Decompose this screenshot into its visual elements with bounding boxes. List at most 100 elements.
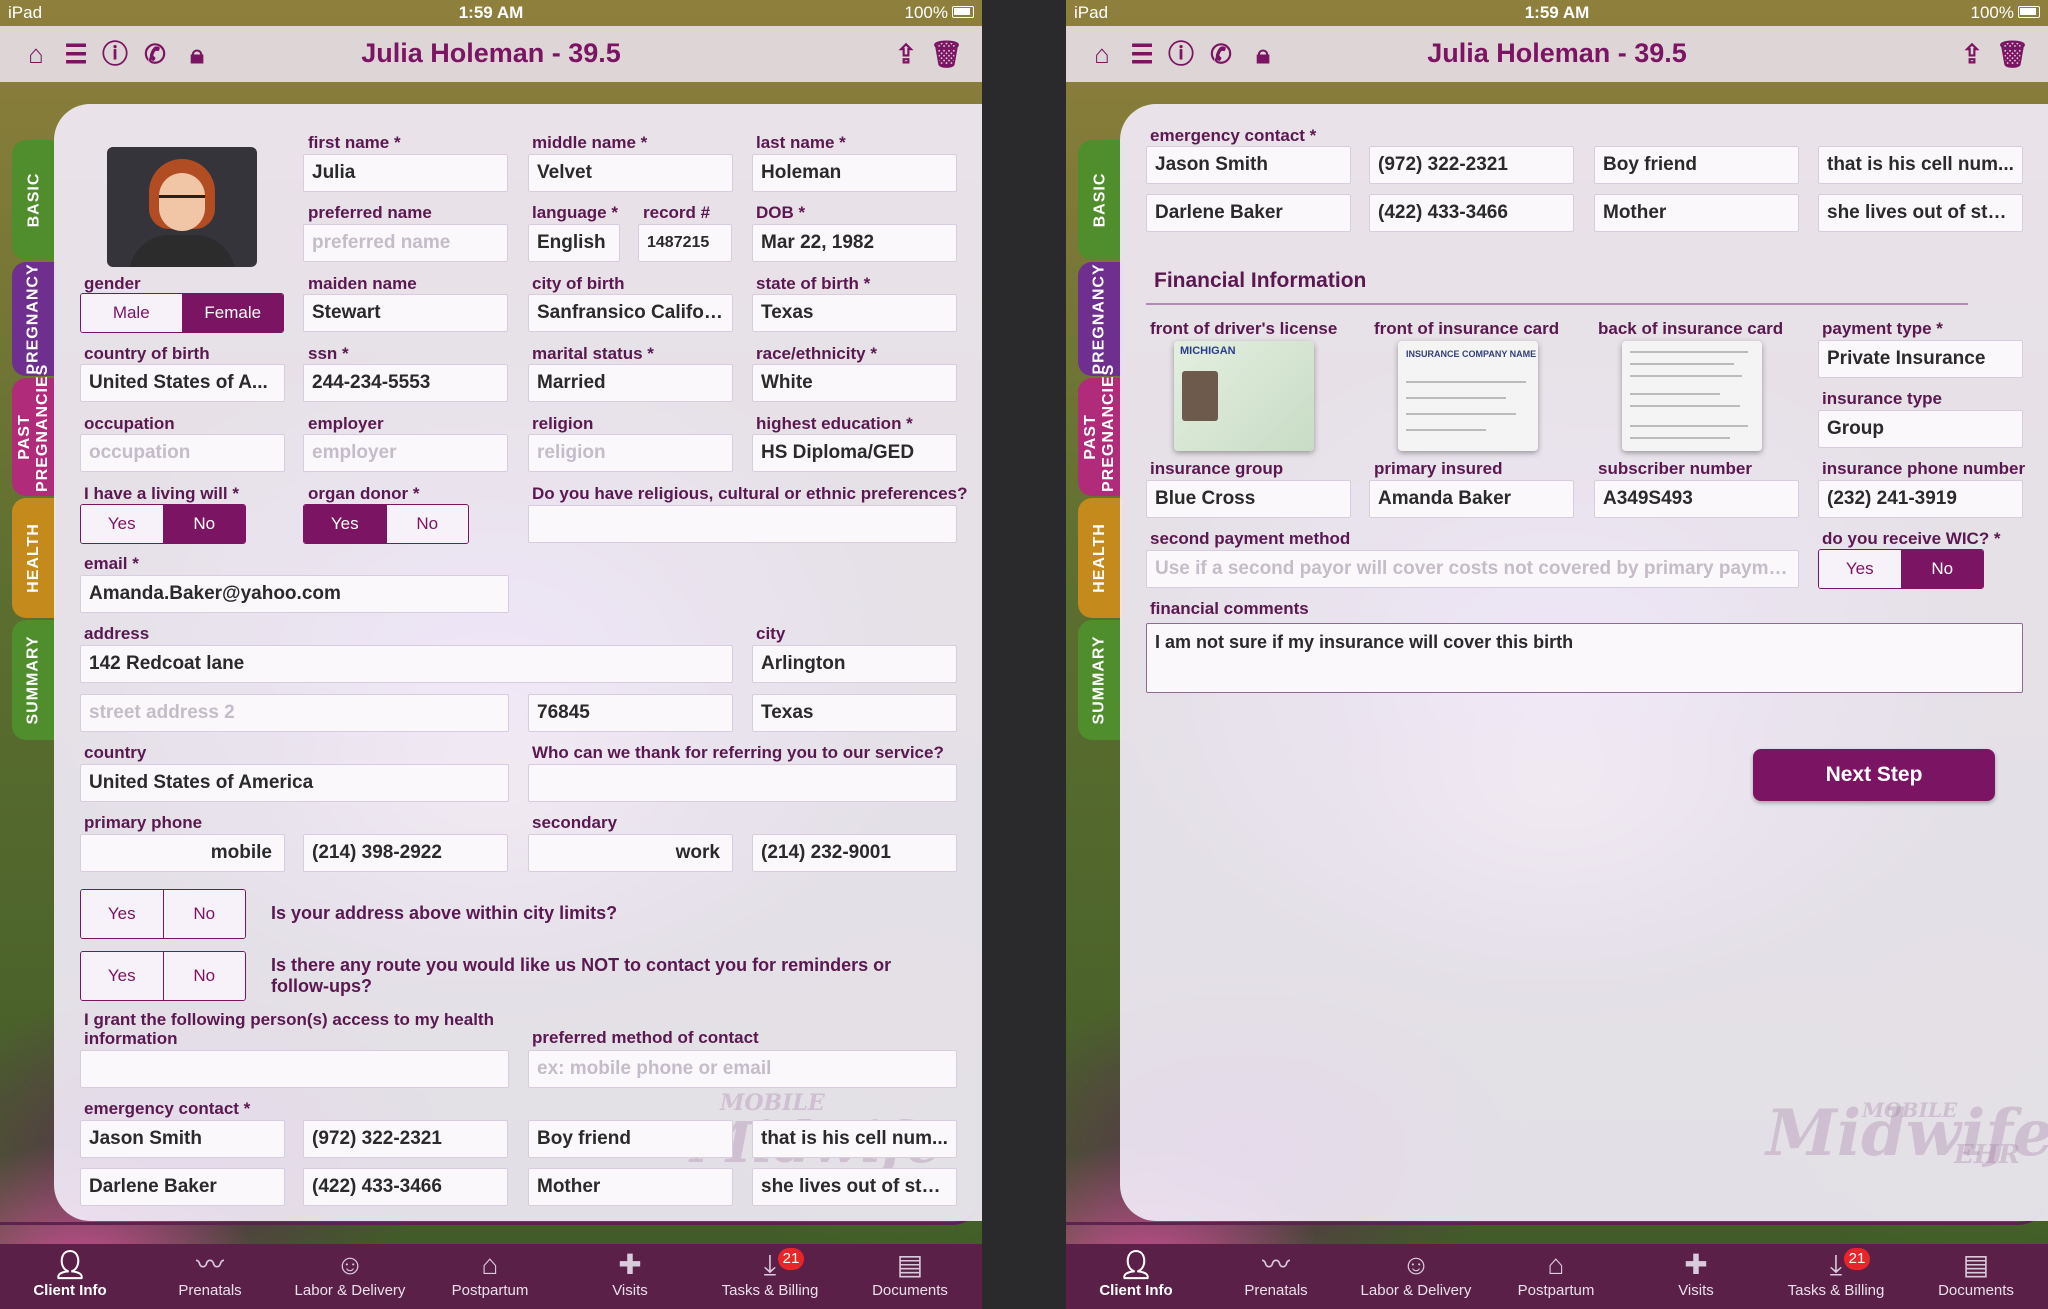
insurance-phone-field[interactable]: (232) 241-3919 bbox=[1818, 480, 2023, 518]
tab-documents[interactable]: ▤ Documents bbox=[1906, 1244, 2046, 1309]
access-field[interactable] bbox=[80, 1050, 509, 1088]
living-will-yes[interactable]: Yes bbox=[81, 505, 163, 543]
drivers-license-image[interactable]: MICHIGAN bbox=[1174, 341, 1314, 451]
emergency-note-field[interactable]: that is his cell num... bbox=[752, 1120, 957, 1158]
tab-labor-delivery[interactable]: ☺ Labor & Delivery bbox=[1346, 1244, 1486, 1309]
next-step-button[interactable]: Next Step bbox=[1753, 749, 1995, 801]
email-field[interactable]: Amanda.Baker@yahoo.com bbox=[80, 575, 509, 613]
emergency-relation-field[interactable]: Mother bbox=[528, 1168, 733, 1206]
record-field[interactable]: 1487215 bbox=[638, 224, 732, 262]
second-payment-field[interactable]: Use if a second payor will cover costs n… bbox=[1146, 550, 1799, 588]
wic-yes[interactable]: Yes bbox=[1819, 550, 1901, 588]
education-field[interactable]: HS Diploma/GED bbox=[752, 434, 957, 472]
language-field[interactable]: English bbox=[528, 224, 620, 262]
emergency-relation-field[interactable]: Boy friend bbox=[1594, 146, 1799, 184]
emergency-phone-field[interactable]: (422) 433-3466 bbox=[1369, 194, 1574, 232]
insurance-card-back-image[interactable] bbox=[1622, 341, 1762, 451]
tab-client-info[interactable]: 👤︎ Client Info bbox=[1066, 1244, 1206, 1309]
wic-no[interactable]: No bbox=[1900, 550, 1983, 588]
emergency-name-field[interactable]: Jason Smith bbox=[80, 1120, 285, 1158]
tab-visits[interactable]: ✚ Visits bbox=[560, 1244, 700, 1309]
preferences-field[interactable] bbox=[528, 505, 957, 543]
city-field[interactable]: Arlington bbox=[752, 645, 957, 683]
emergency-phone-field[interactable]: (972) 322-2321 bbox=[303, 1120, 508, 1158]
city-limits-yes[interactable]: Yes bbox=[81, 890, 163, 938]
tab-label: Labor & Delivery bbox=[294, 1282, 406, 1299]
state-field[interactable]: Texas bbox=[752, 694, 957, 732]
tab-postpartum[interactable]: ⌂ Postpartum bbox=[420, 1244, 560, 1309]
city-of-birth-field[interactable]: Sanfransico Califor... bbox=[528, 294, 733, 332]
emergency-phone-field[interactable]: (972) 322-2321 bbox=[1369, 146, 1574, 184]
emergency-note-field[interactable]: she lives out of state bbox=[1818, 194, 2023, 232]
primary-insured-field[interactable]: Amanda Baker bbox=[1369, 480, 1574, 518]
referral-field[interactable] bbox=[528, 764, 957, 802]
tab-visits[interactable]: ✚ Visits bbox=[1626, 1244, 1766, 1309]
living-will-no[interactable]: No bbox=[162, 505, 245, 543]
race-field[interactable]: White bbox=[752, 364, 957, 402]
state-of-birth-field[interactable]: Texas bbox=[752, 294, 957, 332]
no-contact-yes[interactable]: Yes bbox=[81, 952, 163, 1000]
gender-male-option[interactable]: Male bbox=[81, 294, 182, 332]
emergency-name-field[interactable]: Darlene Baker bbox=[80, 1168, 285, 1206]
no-contact-toggle[interactable]: Yes No bbox=[80, 951, 246, 1001]
share-icon[interactable]: ⇪ bbox=[1958, 40, 1986, 68]
emergency-phone-field[interactable]: (422) 433-3466 bbox=[303, 1168, 508, 1206]
primary-phone-field[interactable]: (214) 398-2922 bbox=[303, 834, 508, 872]
emergency-relation-field[interactable]: Mother bbox=[1594, 194, 1799, 232]
ssn-field[interactable]: 244-234-5553 bbox=[303, 364, 508, 402]
religion-field[interactable]: religion bbox=[528, 434, 733, 472]
financial-comments-field[interactable]: I am not sure if my insurance will cover… bbox=[1146, 623, 2023, 693]
share-icon[interactable]: ⇪ bbox=[892, 40, 920, 68]
tab-labor-delivery[interactable]: ☺ Labor & Delivery bbox=[280, 1244, 420, 1309]
payment-type-field[interactable]: Private Insurance bbox=[1818, 340, 2023, 378]
trash-icon[interactable]: 🗑︎ bbox=[930, 40, 963, 68]
emergency-name-field[interactable]: Darlene Baker bbox=[1146, 194, 1351, 232]
zip-field[interactable]: 76845 bbox=[528, 694, 733, 732]
wic-toggle[interactable]: Yes No bbox=[1818, 549, 1984, 589]
gender-female-option[interactable]: Female bbox=[181, 294, 283, 332]
insurance-card-front-image[interactable]: INSURANCE COMPANY NAME bbox=[1398, 341, 1538, 451]
dob-field[interactable]: Mar 22, 1982 bbox=[752, 224, 957, 262]
tab-documents[interactable]: ▤ Documents bbox=[840, 1244, 980, 1309]
middle-name-field[interactable]: Velvet bbox=[528, 154, 733, 192]
occupation-field[interactable]: occupation bbox=[80, 434, 285, 472]
tab-postpartum[interactable]: ⌂ Postpartum bbox=[1486, 1244, 1626, 1309]
organ-donor-no[interactable]: No bbox=[385, 505, 468, 543]
first-name-field[interactable]: Julia bbox=[303, 154, 508, 192]
page-title: Julia Holeman - 39.5 bbox=[361, 38, 621, 68]
no-contact-no[interactable]: No bbox=[162, 952, 245, 1000]
emergency-note-field[interactable]: she lives out of state bbox=[752, 1168, 957, 1206]
trash-icon[interactable]: 🗑︎ bbox=[1996, 40, 2029, 68]
employer-field[interactable]: employer bbox=[303, 434, 508, 472]
tab-client-info[interactable]: 👤︎ Client Info bbox=[0, 1244, 140, 1309]
address-field[interactable]: 142 Redcoat lane bbox=[80, 645, 733, 683]
tab-tasks-billing[interactable]: ⤓ Tasks & Billing 21 bbox=[700, 1244, 840, 1309]
maiden-name-field[interactable]: Stewart bbox=[303, 294, 508, 332]
avatar[interactable] bbox=[107, 147, 257, 267]
city-limits-toggle[interactable]: Yes No bbox=[80, 889, 246, 939]
preferred-name-field[interactable]: preferred name bbox=[303, 224, 508, 262]
street-address-2-field[interactable]: street address 2 bbox=[80, 694, 509, 732]
tab-prenatals[interactable]: 〰 Prenatals bbox=[140, 1244, 280, 1309]
insurance-group-field[interactable]: Blue Cross bbox=[1146, 480, 1351, 518]
emergency-name-field[interactable]: Jason Smith bbox=[1146, 146, 1351, 184]
emergency-note-field[interactable]: that is his cell num... bbox=[1818, 146, 2023, 184]
primary-phone-type[interactable]: mobile bbox=[80, 834, 285, 872]
secondary-phone-type[interactable]: work bbox=[528, 834, 733, 872]
tab-tasks-billing[interactable]: ⤓ Tasks & Billing 21 bbox=[1766, 1244, 1906, 1309]
gender-toggle[interactable]: Male Female bbox=[80, 293, 284, 333]
organ-donor-yes[interactable]: Yes bbox=[304, 505, 386, 543]
insurance-type-field[interactable]: Group bbox=[1818, 410, 2023, 448]
tab-prenatals[interactable]: 〰 Prenatals bbox=[1206, 1244, 1346, 1309]
last-name-field[interactable]: Holeman bbox=[752, 154, 957, 192]
emergency-relation-field[interactable]: Boy friend bbox=[528, 1120, 733, 1158]
country-of-birth-field[interactable]: United States of A... bbox=[80, 364, 285, 402]
contact-method-field[interactable]: ex: mobile phone or email bbox=[528, 1050, 957, 1088]
marital-status-field[interactable]: Married bbox=[528, 364, 733, 402]
country-field[interactable]: United States of America bbox=[80, 764, 509, 802]
living-will-toggle[interactable]: Yes No bbox=[80, 504, 246, 544]
organ-donor-toggle[interactable]: Yes No bbox=[303, 504, 469, 544]
city-limits-no[interactable]: No bbox=[162, 890, 245, 938]
secondary-phone-field[interactable]: (214) 232-9001 bbox=[752, 834, 957, 872]
subscriber-number-field[interactable]: A349S493 bbox=[1594, 480, 1799, 518]
